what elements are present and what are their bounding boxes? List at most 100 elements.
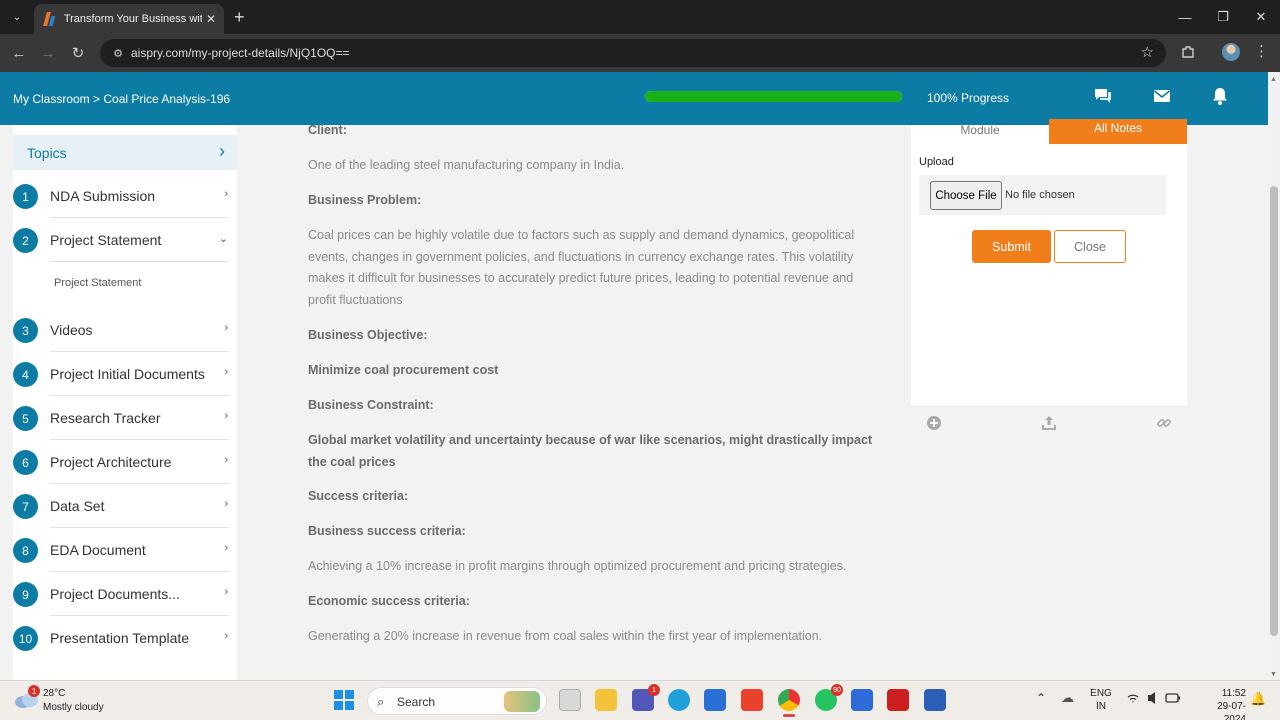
chevron-right-icon: › <box>224 454 228 466</box>
extensions-icon[interactable] <box>1178 42 1198 62</box>
client-heading: Client: <box>308 123 347 137</box>
browser-toolbar: ← → ↻ ⚙ aispry.com/my-project-details/Nj… <box>0 34 1280 72</box>
reload-icon[interactable]: ↻ <box>67 42 89 64</box>
notification-bell-icon[interactable]: 🔔 <box>1250 691 1266 707</box>
language-code: ENG <box>1090 688 1112 699</box>
sidebar-item-label: Research Tracker <box>50 410 161 426</box>
step-number-badge: 9 <box>13 582 38 607</box>
onedrive-icon[interactable]: ☁ <box>1061 690 1074 706</box>
back-icon[interactable]: ← <box>8 42 30 64</box>
chevron-right-icon: › <box>224 542 228 554</box>
sidebar-item-label: Presentation Template <box>50 630 190 646</box>
minimize-button[interactable]: — <box>1166 0 1204 34</box>
browser-menu-icon[interactable]: ⋮ <box>1254 42 1269 60</box>
sidebar-item-project-architecture[interactable]: 6 Project Architecture › <box>13 440 237 484</box>
chevron-right-icon[interactable]: › <box>219 141 225 162</box>
tab-title: Transform Your Business with AI <box>63 13 202 25</box>
sidebar-item-nda-submission[interactable]: 1 NDA Submission › <box>13 174 237 218</box>
search-icon: ⌕ <box>377 694 385 709</box>
start-button[interactable] <box>334 690 354 710</box>
clock[interactable]: 11:52 29-07-2024 <box>1196 687 1246 720</box>
sidebar-item-presentation-template[interactable]: 10 Presentation Template › <box>13 616 237 660</box>
business-objective-heading: Business Objective: <box>308 328 428 342</box>
taskbar-search[interactable]: ⌕ Search <box>367 687 547 715</box>
url-text[interactable]: aispry.com/my-project-details/NjQ1OQ== <box>131 46 350 60</box>
task-view-icon[interactable] <box>559 689 581 711</box>
tab-all-notes[interactable]: All Notes <box>1049 119 1187 144</box>
file-explorer-icon[interactable] <box>595 689 617 711</box>
maximize-button[interactable]: ❐ <box>1204 0 1242 34</box>
sidebar-item-label: EDA Document <box>50 542 146 558</box>
acrobat-icon[interactable] <box>887 689 909 711</box>
bookmark-star-icon[interactable]: ☆ <box>1141 43 1154 61</box>
sidebar-item-label: Project Initial Documents <box>50 366 205 382</box>
close-window-button[interactable]: ✕ <box>1242 0 1280 34</box>
sidebar-item-project-statement[interactable]: 2 Project Statement ⌄ <box>13 218 237 262</box>
project-statement-content: Client: One of the leading steel manufac… <box>237 123 910 680</box>
business-problem-heading: Business Problem: <box>308 193 422 207</box>
bell-icon[interactable] <box>1210 86 1230 106</box>
mail-icon[interactable] <box>1152 86 1172 106</box>
browser-tab-bar: ⌄ Transform Your Business with AI ✕ + — … <box>0 0 1280 34</box>
progress-bar <box>645 91 902 102</box>
language-indicator[interactable]: ENG IN <box>1090 687 1112 713</box>
teams-icon[interactable]: 1 <box>632 684 660 711</box>
forward-icon[interactable]: → <box>37 42 59 64</box>
add-circle-icon[interactable] <box>926 415 942 431</box>
chrome-icon[interactable] <box>778 689 800 717</box>
new-tab-button[interactable]: + <box>234 8 245 26</box>
file-status-text: No file chosen <box>1005 189 1075 201</box>
system-tray-icons[interactable] <box>1126 691 1182 708</box>
date: 29-07-2024 <box>1217 701 1246 720</box>
sidebar-item-label: Project Architecture <box>50 454 172 470</box>
chevron-right-icon: › <box>224 498 228 510</box>
page-scrollbar[interactable]: ▲ ▼ <box>1268 72 1280 680</box>
search-label: Search <box>397 695 436 709</box>
notification-badge: 1 <box>28 685 40 697</box>
window-controls: — ❐ ✕ <box>1166 0 1280 34</box>
sidebar-item-project-documents[interactable]: 9 Project Documents... › <box>13 572 237 616</box>
choose-file-button[interactable]: Choose File <box>930 181 1002 210</box>
link-icon[interactable] <box>1156 415 1172 431</box>
step-number-badge: 4 <box>13 362 38 387</box>
business-success-text: Achieving a 10% increase in profit margi… <box>308 559 847 573</box>
chat-icon[interactable] <box>1093 86 1113 106</box>
business-success-heading: Business success criteria: <box>308 524 466 538</box>
store-icon[interactable] <box>704 689 726 711</box>
sidebar-item-research-tracker[interactable]: 5 Research Tracker › <box>13 396 237 440</box>
wps-office-icon[interactable] <box>741 689 763 711</box>
temperature: 28°C <box>43 688 66 699</box>
address-bar[interactable]: ⚙ aispry.com/my-project-details/NjQ1OQ==… <box>100 39 1166 67</box>
tab-search-menu-icon[interactable]: ⌄ <box>6 6 28 28</box>
remote-app-icon[interactable] <box>851 689 873 711</box>
scroll-down-icon[interactable]: ▼ <box>1270 671 1277 678</box>
step-number-badge: 7 <box>13 494 38 519</box>
site-info-icon[interactable]: ⚙ <box>110 45 126 61</box>
topics-header[interactable]: Topics › <box>13 135 237 170</box>
sidebar-item-eda-document[interactable]: 8 EDA Document › <box>13 528 237 572</box>
scroll-thumb[interactable] <box>1270 186 1278 636</box>
edge-icon[interactable] <box>668 689 690 711</box>
whatsapp-icon[interactable]: 90 <box>815 684 843 711</box>
tab-close-icon[interactable]: ✕ <box>206 12 216 26</box>
chevron-down-icon: ⌄ <box>218 233 228 245</box>
weather-widget[interactable]: 1 28°C Mostly cloudy <box>14 685 124 715</box>
breadcrumb[interactable]: My Classroom > Coal Price Analysis-196 <box>13 92 230 106</box>
upload-icon[interactable] <box>1041 415 1057 431</box>
sidebar-item-project-initial-documents[interactable]: 4 Project Initial Documents › <box>13 352 237 396</box>
chevron-up-icon[interactable]: ⌃ <box>1036 691 1046 705</box>
word-icon[interactable] <box>924 689 946 711</box>
sidebar-item-data-set[interactable]: 7 Data Set › <box>13 484 237 528</box>
browser-tab[interactable]: Transform Your Business with AI ✕ <box>34 4 224 34</box>
tab-module[interactable]: Module <box>911 123 1049 143</box>
sidebar-item-label: Project Documents... <box>50 586 180 602</box>
submit-button[interactable]: Submit <box>972 230 1051 263</box>
economic-success-text: Generating a 20% increase in revenue fro… <box>308 629 823 643</box>
sidebar-subitem-project-statement[interactable]: Project Statement <box>54 277 141 289</box>
scroll-up-icon[interactable]: ▲ <box>1270 76 1277 83</box>
progress-fill <box>645 91 902 102</box>
economic-success-heading: Economic success criteria: <box>308 594 470 608</box>
sidebar-item-videos[interactable]: 3 Videos › <box>13 308 237 352</box>
profile-avatar[interactable] <box>1222 43 1240 61</box>
close-button[interactable]: Close <box>1054 230 1126 263</box>
